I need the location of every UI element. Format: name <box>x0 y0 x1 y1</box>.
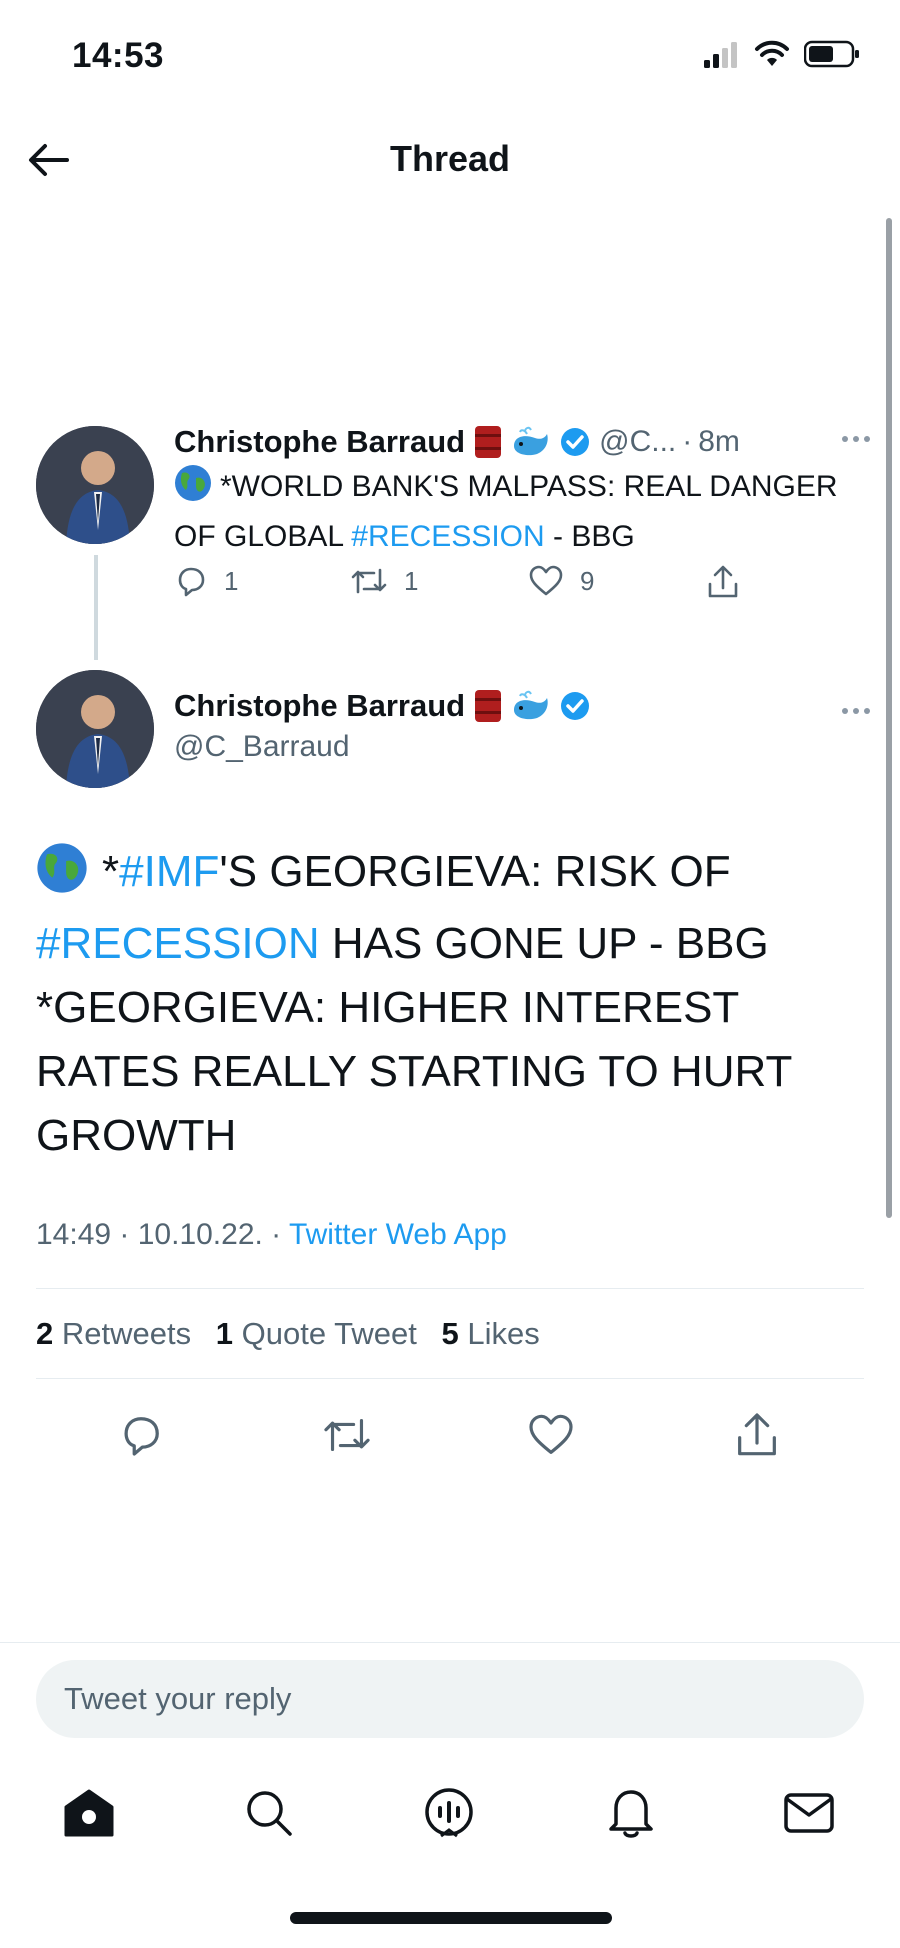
tab-notifications[interactable] <box>596 1778 666 1848</box>
signal-icon <box>704 42 737 68</box>
divider <box>36 1378 864 1379</box>
hashtag-link[interactable]: #RECESSION <box>36 919 320 968</box>
divider <box>0 1642 900 1643</box>
retweets-label: Retweets <box>61 1316 192 1351</box>
whale-icon <box>511 688 551 724</box>
bell-icon <box>609 1790 653 1838</box>
scrollbar[interactable] <box>886 218 892 1218</box>
tweet-stats: 2 Retweets 1 Quote Tweet 5 Likes <box>36 1316 540 1352</box>
more-options-icon[interactable] <box>842 436 870 442</box>
avatar[interactable] <box>36 670 154 788</box>
like-button[interactable] <box>516 1400 586 1470</box>
globe-icon <box>36 842 88 912</box>
tab-spaces[interactable] <box>414 1778 484 1848</box>
tweet-source-link[interactable]: Twitter Web App <box>289 1218 507 1251</box>
like-button[interactable]: 9 <box>528 564 594 598</box>
spaces-icon <box>425 1788 473 1838</box>
oil-barrel-icon <box>473 688 503 724</box>
retweet-icon <box>324 1418 370 1452</box>
retweet-icon <box>351 568 387 594</box>
home-icon <box>64 1789 114 1837</box>
main-tweet-actions <box>0 1400 900 1470</box>
parent-tweet[interactable]: Christophe Barraud @C... · 8m *WORLD BAN… <box>0 418 900 658</box>
tweet-text: *WORLD BANK'S MALPASS: REAL DANGER OF GL… <box>174 464 854 559</box>
author-handle[interactable]: @C_Barraud <box>174 730 350 764</box>
more-options-icon[interactable] <box>842 708 870 714</box>
parent-tweet-actions: 1 1 9 <box>174 564 754 614</box>
status-icons <box>704 40 860 68</box>
quotes-stat[interactable]: 1 Quote Tweet <box>216 1316 417 1351</box>
battery-icon <box>804 40 859 68</box>
heart-icon <box>529 565 563 596</box>
home-indicator <box>290 1912 612 1924</box>
globe-icon <box>174 464 212 515</box>
separator-dot: · <box>682 425 693 458</box>
likes-count: 5 <box>441 1316 459 1351</box>
reply-icon <box>178 567 205 597</box>
wifi-icon <box>755 40 789 66</box>
parent-tweet-header: Christophe Barraud @C... · 8m <box>174 418 860 466</box>
tweet-text-star: * <box>102 847 120 896</box>
search-icon <box>247 1791 292 1836</box>
reply-button[interactable] <box>106 1400 176 1470</box>
likes-label: Likes <box>467 1316 540 1351</box>
heart-icon <box>529 1414 573 1454</box>
page-title: Thread <box>389 138 511 179</box>
like-count: 9 <box>580 565 595 596</box>
tweet-text: *#IMF'S GEORGIEVA: RISK OF #RECESSION HA… <box>36 840 866 1168</box>
retweet-button[interactable]: 1 <box>350 564 418 598</box>
oil-barrel-icon <box>473 424 503 460</box>
status-bar: 14:53 <box>0 0 900 110</box>
share-icon <box>708 565 738 598</box>
tweet-text-suffix: - BBG <box>544 520 635 553</box>
hashtag-link[interactable]: #IMF <box>119 847 219 896</box>
author-handle[interactable]: @C... <box>599 425 676 459</box>
reply-field[interactable] <box>36 1660 864 1738</box>
hashtag-link[interactable]: #RECESSION <box>351 520 544 553</box>
tab-messages[interactable] <box>774 1778 844 1848</box>
divider <box>36 1288 864 1289</box>
tweet-meta: 14:49 · 10.10.22. · Twitter Web App <box>36 1218 507 1252</box>
tweet-timestamp: 14:49 · 10.10.22. · <box>36 1218 289 1251</box>
reply-count: 1 <box>224 565 239 596</box>
reply-button[interactable]: 1 <box>174 564 238 598</box>
tab-search[interactable] <box>234 1778 304 1848</box>
verified-icon <box>559 690 591 722</box>
reply-icon <box>124 1417 159 1456</box>
retweets-count: 2 <box>36 1316 54 1351</box>
author-name[interactable]: Christophe Barraud <box>174 424 465 460</box>
retweets-stat[interactable]: 2 Retweets <box>36 1316 191 1351</box>
tab-bar <box>0 1778 900 1858</box>
reply-input[interactable] <box>64 1681 864 1717</box>
share-button[interactable] <box>706 564 740 600</box>
likes-stat[interactable]: 5 Likes <box>441 1316 539 1351</box>
verified-icon <box>559 426 591 458</box>
share-icon <box>738 1413 776 1456</box>
tweet-text-part: 'S GEORGIEVA: RISK OF <box>219 847 731 896</box>
retweet-count: 1 <box>404 565 419 596</box>
author-name[interactable]: Christophe Barraud <box>174 688 465 724</box>
quotes-count: 1 <box>215 1316 233 1351</box>
nav-bar: Thread <box>0 110 900 210</box>
mail-icon <box>784 1793 834 1833</box>
retweet-button[interactable] <box>312 1400 382 1470</box>
quotes-label: Quote Tweet <box>241 1316 417 1351</box>
whale-icon <box>511 424 551 460</box>
main-tweet-header: Christophe Barraud <box>174 688 591 724</box>
tweet-time[interactable]: 8m <box>698 425 740 459</box>
share-button[interactable] <box>722 1400 792 1470</box>
status-time: 14:53 <box>72 36 165 75</box>
tab-home[interactable] <box>54 1778 124 1848</box>
